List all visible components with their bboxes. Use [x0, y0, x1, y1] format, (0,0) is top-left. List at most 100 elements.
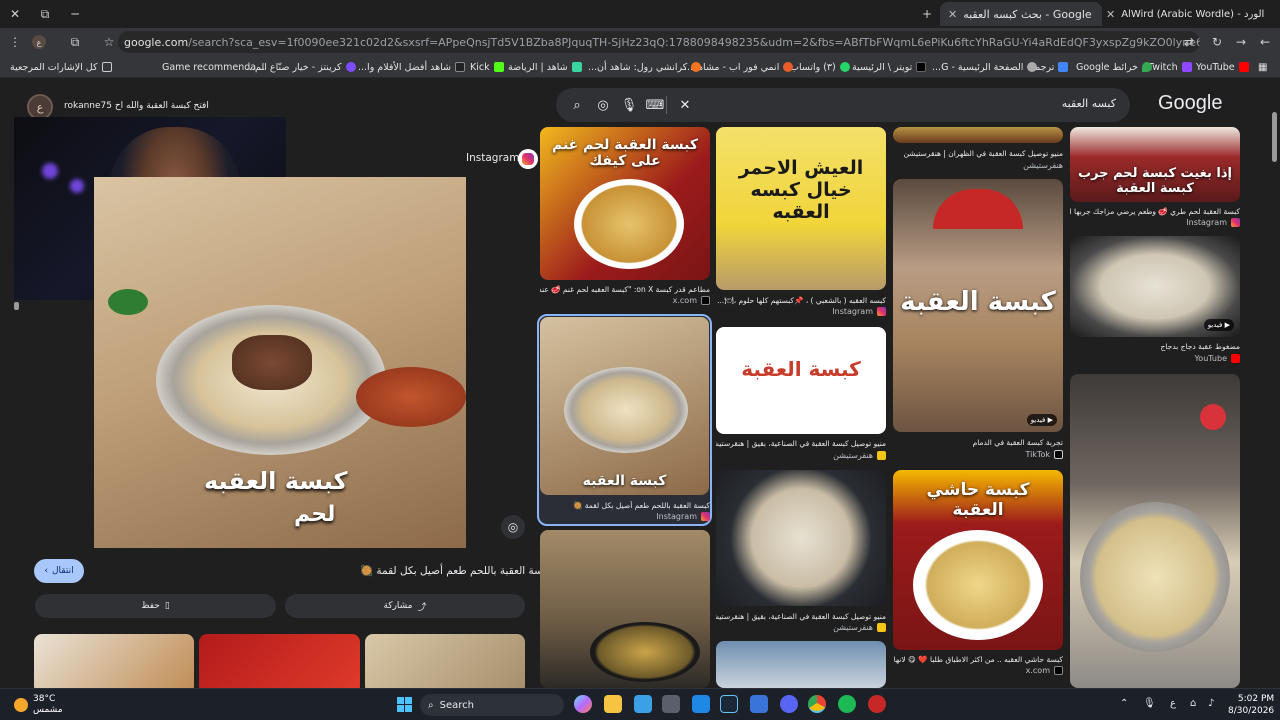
save-button[interactable]: حفظ ▯	[35, 594, 276, 618]
result-source[interactable]: Instagram	[716, 307, 886, 316]
url-field[interactable]: google.com/search?sca_esv=1f0090ee321c02…	[118, 31, 1200, 53]
result-image[interactable]	[893, 127, 1063, 143]
bookmark-home[interactable]: الصفحة الرئيسية - G...	[932, 59, 1038, 75]
bookmarks-apps-icon[interactable]: ▦	[1258, 59, 1267, 75]
restore-window-icon[interactable]: ⧉	[30, 0, 60, 28]
result-image[interactable]	[1070, 374, 1240, 688]
visit-button[interactable]: ‹ انتقال	[34, 559, 84, 583]
steam-icon[interactable]	[720, 695, 738, 713]
result-title[interactable]: تجربة كبسة العقبة في الدمام	[893, 438, 1063, 447]
result-image[interactable]	[716, 641, 886, 688]
chrome-icon[interactable]	[808, 695, 826, 713]
media-icon[interactable]	[692, 695, 710, 713]
bookmark-shahid-sports[interactable]: شاهد | الرياضة	[508, 59, 582, 75]
result-source[interactable]: Instagram	[1070, 218, 1240, 227]
bookmark-star-icon[interactable]: ☆	[98, 28, 120, 56]
result-source[interactable]: هنقرستيشن	[716, 451, 886, 460]
result-title[interactable]: منيو توصيل كبسة العقبة في الصناعية، بقيق…	[716, 612, 886, 621]
result-source[interactable]: x.com	[540, 296, 710, 305]
forward-icon[interactable]: →	[1230, 28, 1252, 56]
vpn-icon[interactable]	[750, 695, 768, 713]
result-image[interactable]: العيش الاحمر خيال كبسه العقبه	[716, 127, 886, 290]
result-image[interactable]	[540, 530, 710, 688]
extensions-icon[interactable]: ⧉	[64, 28, 86, 56]
search-icon[interactable]: ⌕	[568, 96, 586, 114]
lens-icon[interactable]: ◎	[594, 96, 612, 114]
volume-icon[interactable]: ♪	[1208, 698, 1214, 709]
page-scrollbar[interactable]	[1272, 112, 1277, 162]
obs-icon[interactable]	[868, 695, 886, 713]
bookmark-whatsapp[interactable]: (٣) واتساب	[790, 59, 850, 75]
close-tab-icon[interactable]: ✕	[1106, 8, 1115, 21]
result-image[interactable]	[716, 470, 886, 606]
share-button[interactable]: مشاركة ⤴	[285, 594, 525, 618]
result-source[interactable]: Instagram	[540, 512, 710, 521]
minimize-window-icon[interactable]: ─	[60, 0, 90, 28]
bookmark-maps[interactable]: خرائط Google	[1076, 59, 1152, 75]
result-title[interactable]: كبسة العقبة لحم طري 🥩 وطعم يرضي مزاجك جر…	[1070, 207, 1240, 216]
lens-search-icon[interactable]: ◎	[501, 515, 525, 539]
bookmark-youtube[interactable]: YouTube	[1196, 59, 1249, 75]
close-window-icon[interactable]: ✕	[0, 0, 30, 28]
image-title[interactable]: كبسة العقبة باللحم طعم أصيل بكل لقمة 🥘	[360, 564, 552, 577]
google-logo[interactable]: Google	[1158, 92, 1223, 115]
related-image[interactable]	[34, 634, 194, 694]
bookmark-crunchyroll[interactable]: كرانشي رول: شاهد أن...	[588, 59, 702, 75]
result-image[interactable]: إذا بغيت كبسة لحم جرب كبسة العقبة	[1070, 127, 1240, 202]
copilot-icon[interactable]	[574, 695, 592, 713]
microphone-tray-icon[interactable]: 🎙	[1143, 698, 1156, 709]
system-clock[interactable]: 5:02 PM 8/30/2026	[1228, 693, 1274, 717]
result-title[interactable]: منيو توصيل كبسة العقبة في الظهران | هنقر…	[893, 149, 1063, 158]
result-image[interactable]: كبسة حاشي العقبة	[893, 470, 1063, 650]
close-tab-icon[interactable]: ✕	[948, 8, 957, 21]
keyboard-icon[interactable]: ⌨	[646, 96, 665, 114]
result-source[interactable]: هنقرستيشن	[716, 623, 886, 632]
weather-widget[interactable]: 38°C مشمس	[33, 694, 63, 716]
source-name[interactable]: Instagram	[466, 152, 519, 164]
result-video[interactable]: فيديو ▶	[1070, 236, 1240, 337]
result-title[interactable]: كبسة حاشي العقبه .. من اكثر الاطباق طلبا…	[893, 655, 1063, 664]
input-language[interactable]: ع	[1170, 698, 1176, 709]
result-title[interactable]: مطاعم قدر كبسة on X: "كبسة العقبه لحم غن…	[540, 285, 710, 294]
result-title[interactable]: مضغوط عقبة دجاج بدجاج	[1070, 342, 1240, 351]
microphone-icon[interactable]: 🎙	[620, 96, 638, 114]
result-title[interactable]: كبسة العقبة باللحم طعم أصيل بكل لقمة 🥘	[540, 501, 710, 510]
reload-icon[interactable]: ↻	[1206, 28, 1228, 56]
related-image[interactable]	[365, 634, 525, 694]
new-tab-icon[interactable]: +	[912, 0, 942, 28]
file-explorer-icon[interactable]	[604, 695, 622, 713]
tune-icon[interactable]: ⇄	[1178, 28, 1200, 56]
spotify-icon[interactable]	[838, 695, 856, 713]
result-image-selected[interactable]: كبسة العقبه	[540, 317, 709, 495]
tab-google-search[interactable]: ✕ Google - بحث كبسه العقبه	[940, 2, 1102, 26]
taskbar-search[interactable]: ⌕ Search	[420, 694, 564, 716]
bookmark-twitter[interactable]: تويتر \ الرئيسية	[852, 59, 927, 75]
bookmark-game-recommendations[interactable]: Game recommenda...	[162, 59, 265, 75]
profile-avatar[interactable]: ع	[28, 28, 50, 56]
result-video[interactable]: كبسة العقبة فيديو ▶	[893, 179, 1063, 432]
store-icon[interactable]	[662, 695, 680, 713]
bookmark-all[interactable]: كل الإشارات المرجعية	[10, 59, 112, 75]
preview-image[interactable]: كبسة العقبه لحم	[94, 177, 466, 548]
clear-search-icon[interactable]: ✕	[676, 96, 694, 114]
result-source[interactable]: TikTok	[893, 450, 1063, 459]
tab-alwird[interactable]: ✕ AlWird (Arabic Wordle) - الورد	[1098, 2, 1264, 26]
bookmark-kick[interactable]: Kick	[470, 59, 504, 75]
panel-scrollbar[interactable]	[14, 302, 19, 310]
back-icon[interactable]: ←	[1254, 28, 1276, 56]
start-button[interactable]	[397, 697, 412, 712]
result-title[interactable]: منيو توصيل كبسة العقبة في الصناعية، بقيق…	[716, 439, 886, 448]
menu-dots-icon[interactable]: ⋮	[4, 28, 26, 56]
result-source[interactable]: x.com	[893, 666, 1063, 675]
result-source[interactable]: هنقرستيشن	[893, 161, 1063, 170]
photos-icon[interactable]	[634, 695, 652, 713]
search-box[interactable]: كبسه العقبه ✕ ⌨ 🎙 ◎ ⌕	[556, 88, 1130, 122]
sun-icon[interactable]	[14, 698, 28, 712]
result-title[interactable]: كبسه العقبه ( بالشعبي ) ، 📌كبستهم كلها ح…	[716, 296, 886, 305]
result-image[interactable]: كبسة العقبة	[716, 327, 886, 434]
result-source[interactable]: YouTube	[1070, 354, 1240, 363]
result-image[interactable]: كبسة العقبة لحم غنم على كيفك	[540, 127, 710, 280]
show-hidden-icons[interactable]: ⌃	[1120, 698, 1128, 709]
instagram-icon[interactable]	[518, 149, 538, 169]
bookmark-shahid-movies[interactable]: شاهد أفضل الأفلام وا...	[358, 59, 465, 75]
